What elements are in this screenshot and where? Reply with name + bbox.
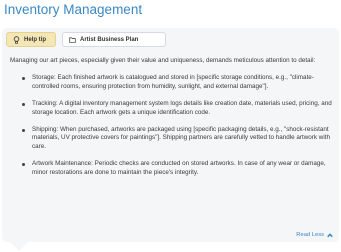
bullet-dot <box>22 129 25 133</box>
tab-artist-business-plan[interactable]: Artist Business Plan <box>62 32 166 47</box>
list-item: Storage: Each finished artwork is catalo… <box>10 74 332 91</box>
bullet-dot <box>22 103 25 107</box>
list-item: Tracking: A digital inventory management… <box>10 100 332 117</box>
chevron-up-icon <box>327 232 333 238</box>
tab-help-tip-label: Help tip <box>24 36 46 43</box>
intro-text: Managing our art pieces, especially give… <box>10 57 316 64</box>
bullet-list: Storage: Each finished artwork is catalo… <box>10 74 332 177</box>
panel-content: Managing our art pieces, especially give… <box>10 57 332 186</box>
folder-icon <box>69 36 76 44</box>
list-item-text: Shipping: When purchased, artworks are p… <box>32 126 330 150</box>
list-item-text: Storage: Each finished artwork is catalo… <box>32 74 314 90</box>
info-panel: Help tip Artist Business Plan Managing o… <box>2 28 339 242</box>
list-item: Shipping: When purchased, artworks are p… <box>10 126 332 151</box>
tab-artist-business-plan-label: Artist Business Plan <box>80 36 139 43</box>
bullet-dot <box>22 77 25 81</box>
panel-pointer <box>10 242 28 251</box>
read-less-label: Read Less <box>296 232 324 238</box>
tab-help-tip[interactable]: Help tip <box>6 32 56 47</box>
list-item: Artwork Maintenance: Periodic checks are… <box>10 160 332 177</box>
read-less-button[interactable]: Read Less <box>296 232 333 238</box>
list-item-text: Tracking: A digital inventory management… <box>32 100 332 116</box>
bullet-dot <box>22 163 25 167</box>
tab-bar: Help tip Artist Business Plan <box>6 32 166 47</box>
lightbulb-icon <box>13 35 20 44</box>
page-title: Inventory Management <box>4 2 143 17</box>
list-item-text: Artwork Maintenance: Periodic checks are… <box>32 160 326 176</box>
